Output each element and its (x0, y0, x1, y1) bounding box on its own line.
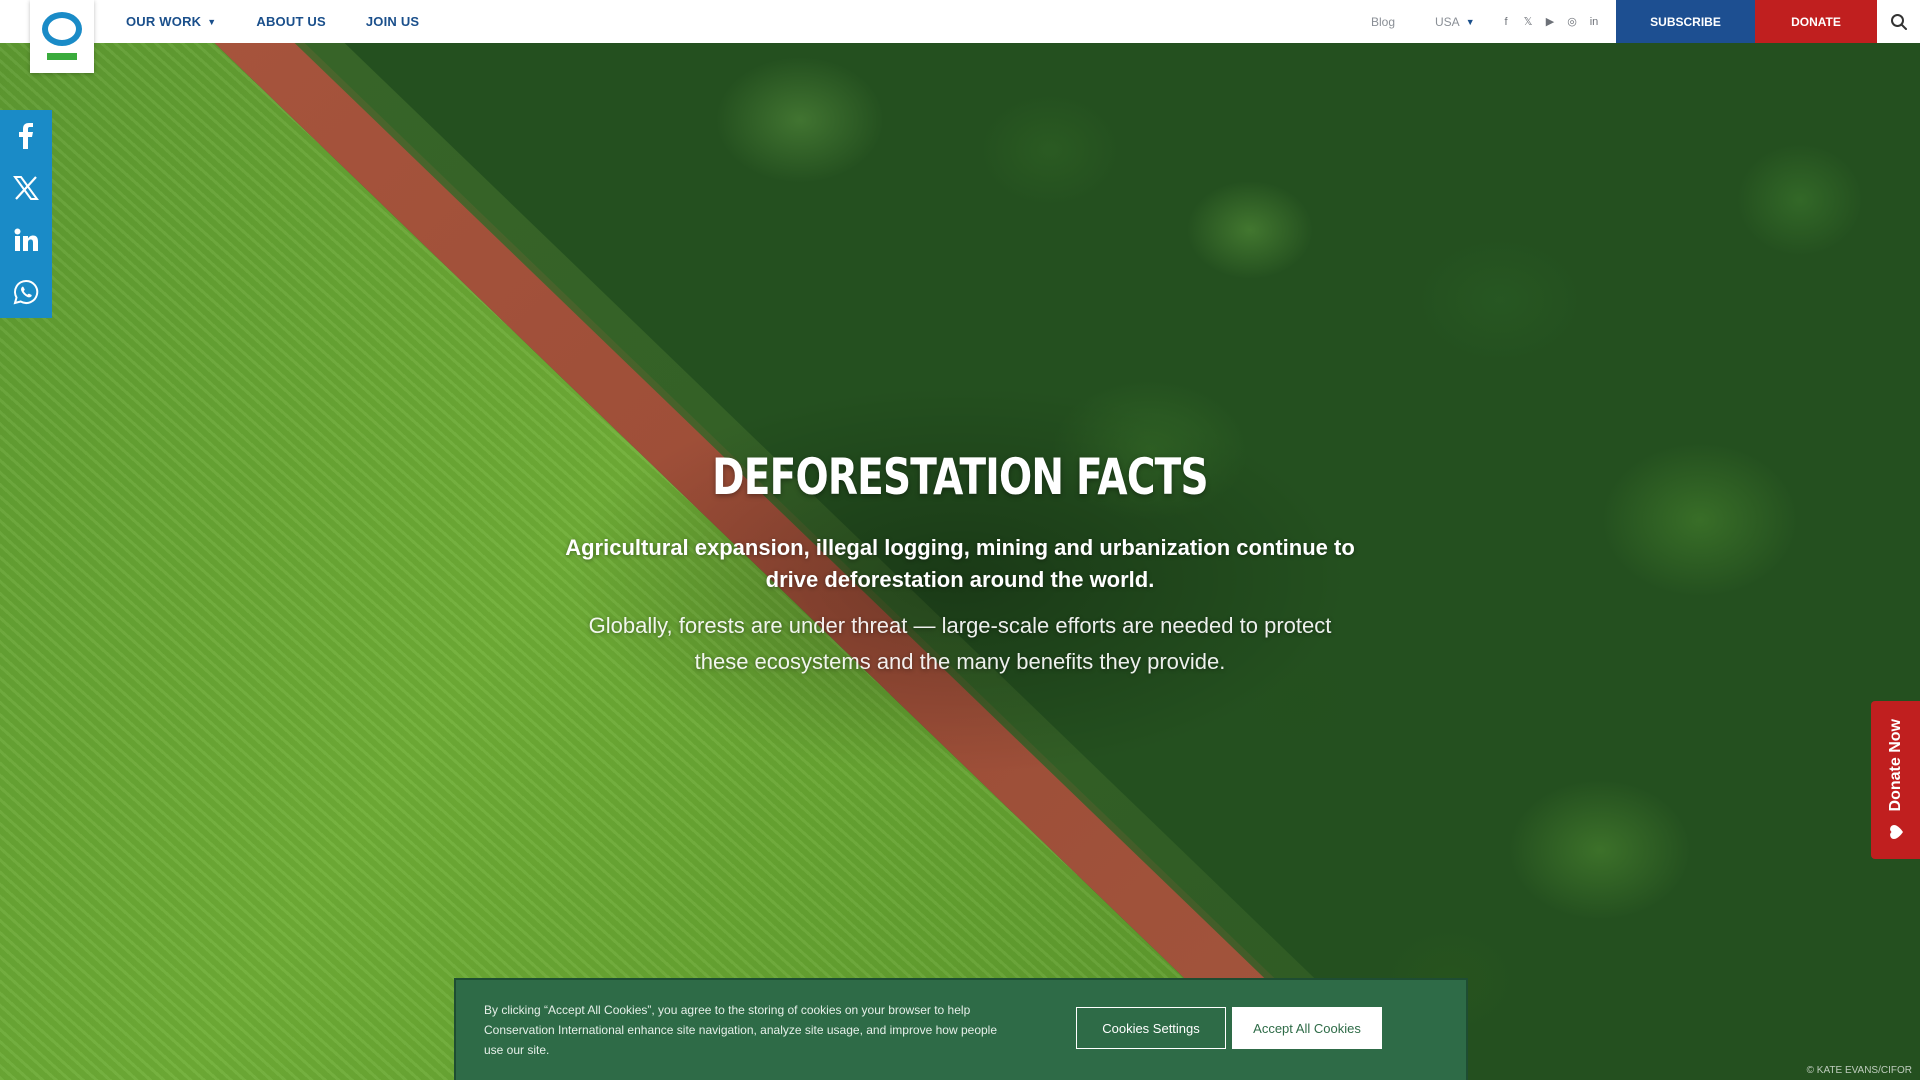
cookies-settings-button[interactable]: Cookies Settings (1076, 1007, 1226, 1049)
logo-bar (47, 53, 77, 60)
region-selector[interactable]: USA ▼ (1435, 0, 1475, 43)
accept-all-cookies-button[interactable]: Accept All Cookies (1232, 1007, 1382, 1049)
x-icon[interactable]: 𝕏 (1522, 15, 1534, 28)
share-whatsapp-button[interactable] (0, 266, 52, 318)
donate-now-tab[interactable]: Donate Now (1871, 701, 1920, 859)
share-x-button[interactable] (0, 162, 52, 214)
share-facebook-button[interactable] (0, 110, 52, 162)
page-title: DEFORESTATION FACTS (712, 448, 1208, 506)
hero-content: DEFORESTATION FACTS Agricultural expansi… (560, 448, 1360, 680)
chevron-down-icon: ▼ (207, 16, 217, 27)
blog-link[interactable]: Blog (1371, 0, 1395, 43)
share-linkedin-button[interactable] (0, 214, 52, 266)
facebook-icon[interactable]: f (1500, 16, 1512, 28)
instagram-icon[interactable]: ◎ (1566, 15, 1578, 28)
donate-now-label: Donate Now (1886, 718, 1904, 812)
share-sidebar (0, 110, 52, 318)
linkedin-icon (14, 228, 38, 251)
nav-about-us-label: ABOUT US (256, 14, 326, 29)
region-label: USA (1435, 14, 1460, 29)
chevron-down-icon: ▼ (1465, 16, 1475, 27)
main-nav: OUR WORK ▼ ABOUT US JOIN US (126, 0, 419, 43)
cookie-banner: By clicking “Accept All Cookies”, you ag… (454, 978, 1468, 1080)
hero-lead: Agricultural expansion, illegal logging,… (565, 535, 1355, 592)
site-header: OUR WORK ▼ ABOUT US JOIN US Blog USA ▼ f… (0, 0, 1920, 73)
header-socials: f 𝕏 ▶ ◎ in (1500, 0, 1600, 43)
subscribe-button[interactable]: SUBSCRIBE (1616, 0, 1755, 43)
search-icon (1890, 13, 1907, 30)
donate-button[interactable]: DONATE (1755, 0, 1877, 43)
search-button[interactable] (1877, 0, 1920, 43)
heart-icon (1889, 825, 1903, 840)
nav-join-us[interactable]: JOIN US (366, 14, 419, 29)
site-logo[interactable] (30, 0, 94, 73)
logo-ring (42, 12, 82, 46)
nav-our-work[interactable]: OUR WORK ▼ (126, 14, 216, 29)
cookie-text: By clicking “Accept All Cookies”, you ag… (484, 1003, 997, 1057)
whatsapp-icon (13, 279, 39, 305)
nav-about-us[interactable]: ABOUT US (256, 14, 326, 29)
nav-join-us-label: JOIN US (365, 14, 420, 29)
linkedin-icon[interactable]: in (1588, 16, 1600, 28)
youtube-icon[interactable]: ▶ (1544, 15, 1556, 28)
nav-our-work-label: OUR WORK (126, 14, 202, 29)
x-icon (13, 176, 39, 200)
photo-credit: © KATE EVANS/CIFOR (1806, 1065, 1912, 1076)
facebook-icon (19, 123, 33, 149)
hero-body: Globally, forests are under threat — lar… (588, 613, 1332, 674)
